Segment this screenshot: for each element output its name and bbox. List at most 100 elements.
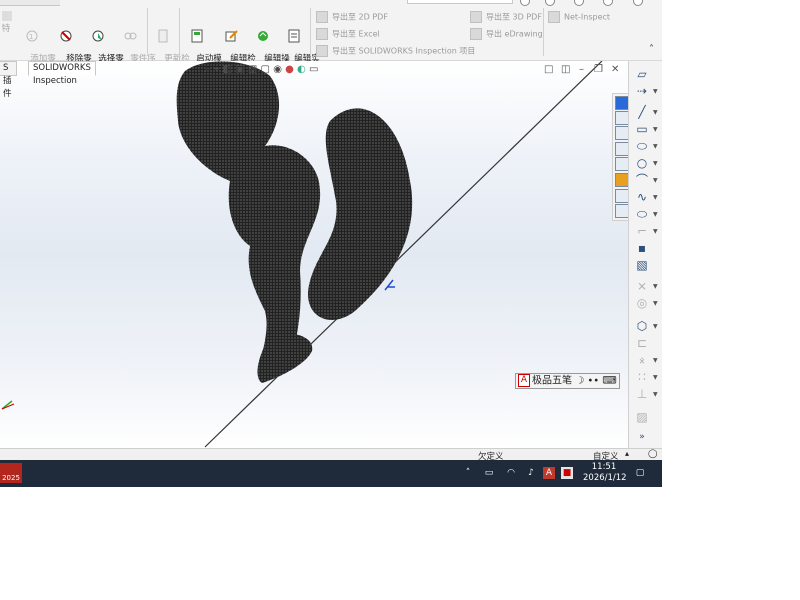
search-box[interactable] — [407, 0, 513, 4]
user-icon[interactable] — [545, 0, 555, 6]
help-bubble-icon[interactable]: ◯ — [648, 449, 658, 459]
line-icon[interactable]: ╱ — [635, 105, 649, 119]
view-orientation-icon[interactable]: ▨ — [248, 64, 257, 75]
zoom-area-icon[interactable]: ⌖ — [214, 64, 220, 75]
home-icon[interactable] — [615, 111, 629, 125]
model-render — [1, 61, 603, 448]
ribbon-button-template-editor[interactable]: 启动模 板编辑 器 — [180, 9, 222, 84]
minimize-icon[interactable] — [574, 0, 584, 6]
reference-marker[interactable] — [384, 279, 395, 291]
units-dropdown-icon[interactable]: ▴ — [625, 449, 629, 458]
appearance-icon[interactable]: ● — [285, 64, 294, 75]
fillet-icon[interactable]: ⌐ — [635, 224, 649, 238]
tab-inspection[interactable]: SOLIDWORKS Inspection — [28, 61, 96, 86]
volume-icon[interactable]: ♪ — [525, 463, 537, 483]
plane-icon[interactable]: ▧ — [635, 258, 649, 272]
restore-icon[interactable] — [603, 0, 613, 6]
ribbon-button-feature[interactable]: 特 — [0, 9, 12, 55]
export-label: 导出至 3D PDF — [486, 12, 542, 22]
ribbon-button-add-balloon[interactable]: 1 添加零 组件序 序号 — [14, 9, 56, 84]
repair-sketch-icon[interactable]: ▨ — [635, 410, 649, 424]
forum-icon[interactable] — [615, 204, 629, 218]
export-2d-pdf-button[interactable]: 导出至 2D PDF — [316, 11, 388, 23]
seat-model[interactable] — [308, 108, 413, 320]
figure-model[interactable] — [176, 61, 321, 379]
chevron-up-icon[interactable]: ˄ — [463, 463, 473, 483]
ime-logo-icon: A — [518, 374, 530, 387]
pattern-icon[interactable]: ∷ — [635, 370, 649, 384]
punctuation-icon[interactable]: •• — [587, 376, 599, 387]
export-excel-button[interactable]: 导出至 Excel — [316, 28, 380, 40]
restore-doc-icon[interactable]: ❐ — [594, 64, 603, 75]
ribbon-button-update-items[interactable]: 更新检 查项目 — [148, 9, 190, 74]
relations-icon[interactable]: ⊥ — [635, 387, 649, 401]
display-style-icon[interactable]: ▢ — [261, 64, 270, 75]
chevron-up-icon[interactable]: ˄ — [649, 44, 654, 55]
file-explorer-icon[interactable] — [615, 142, 629, 156]
tile-view-icon[interactable]: □ — [544, 64, 553, 75]
3d-sketch-icon[interactable]: ⬡ — [635, 319, 649, 333]
ellipse-icon[interactable]: ⬭ — [635, 207, 649, 221]
battery-icon[interactable]: ▭ — [483, 463, 495, 483]
clock-time: 11:51 — [591, 462, 617, 472]
ribbon-button-edit-instance[interactable]: 编辑实 方 — [278, 9, 320, 74]
circle-icon[interactable]: ○ — [635, 156, 649, 170]
ribbon-button-select-balloon[interactable]: 选择零 件序号 — [82, 9, 124, 74]
solidworks-tray-icon[interactable]: ■ — [561, 467, 573, 479]
keyboard-icon[interactable]: ⌨ — [602, 376, 616, 387]
zoom-fit-icon[interactable]: ⌕ — [205, 64, 211, 75]
rectangle-icon[interactable]: ▭ — [635, 122, 649, 136]
smart-dimension-icon[interactable]: ⇢ — [635, 84, 649, 98]
offset-icon[interactable]: ◎ — [635, 296, 649, 310]
ime-a-icon[interactable]: A — [543, 467, 555, 479]
svg-text:1: 1 — [29, 33, 33, 41]
remove-balloon-icon — [59, 29, 73, 43]
trim-icon[interactable]: ⨯ — [635, 279, 649, 293]
export-inspection-project-button[interactable]: 导出至 SOLIDWORKS Inspection 项目 — [316, 45, 475, 57]
ribbon-button-edit-operation[interactable]: 编辑操 作 — [248, 9, 290, 74]
hide-show-icon[interactable]: ◉ — [273, 64, 282, 75]
custom-properties-icon[interactable] — [615, 189, 629, 203]
arc-icon[interactable]: ⌒ — [635, 173, 649, 187]
ime-toolbar[interactable]: A 极品五笔 ☽ •• ⌨ — [515, 373, 620, 389]
solidworks-taskbar-icon[interactable]: 2025 — [0, 463, 22, 483]
ribbon-button-edit-inspection-method[interactable]: 编辑检 查方式 — [214, 9, 256, 74]
select-balloon-icon — [91, 29, 105, 43]
close-doc-icon[interactable]: ✕ — [611, 64, 619, 75]
resources-icon[interactable] — [615, 96, 629, 110]
clock[interactable]: 11:51 2026/1/12 — [583, 462, 627, 484]
convert-entities-icon[interactable]: ⊏ — [635, 336, 649, 350]
close-icon[interactable] — [633, 0, 643, 6]
graphics-viewport[interactable] — [0, 61, 628, 448]
scene-icon[interactable]: ◐ — [297, 64, 306, 75]
moon-icon[interactable]: ☽ — [575, 376, 584, 387]
sketch-plane-icon[interactable]: ▱ — [635, 67, 649, 81]
ribbon-button-remove-balloon[interactable]: 移除零 件序号 — [50, 9, 92, 74]
view-palette-icon[interactable] — [615, 157, 629, 171]
net-inspect-icon — [548, 11, 560, 23]
display-settings-icon[interactable]: ▭ — [309, 64, 318, 75]
minimize-doc-icon[interactable]: – — [579, 64, 584, 75]
tab-addins[interactable]: S 插件 — [0, 61, 17, 99]
export-edrawing-button[interactable]: 导出 eDrawing — [470, 28, 543, 40]
point-icon[interactable]: ▪ — [635, 241, 649, 255]
notification-icon[interactable]: ▢ — [633, 463, 647, 483]
net-inspect-button[interactable]: Net-Inspect — [548, 11, 610, 23]
export-label: 导出至 SOLIDWORKS Inspection 项目 — [332, 46, 476, 56]
headsup-toolbar: ⌕ ⌖ ◧ ▣ ▨ ▢ ◉ ● ◐ ▭ — [205, 64, 318, 78]
design-library-icon[interactable] — [615, 126, 629, 140]
slot-icon[interactable]: ⬭ — [635, 139, 649, 153]
split-view-icon[interactable]: ◫ — [561, 64, 570, 75]
spline-icon[interactable]: ∿ — [635, 190, 649, 204]
feature-icon — [0, 9, 14, 23]
expand-toolbar-icon[interactable]: » — [635, 430, 649, 444]
section-view-icon[interactable]: ▣ — [235, 64, 244, 75]
inspection-project-icon — [316, 45, 328, 57]
appearances-icon[interactable] — [615, 173, 629, 187]
ribbon-button-arrange-balloon[interactable]: 零件序 号排列 — [114, 9, 156, 74]
wifi-icon[interactable]: ◠ — [505, 463, 517, 483]
export-3d-pdf-button[interactable]: 导出至 3D PDF — [470, 11, 542, 23]
previous-view-icon[interactable]: ◧ — [223, 64, 232, 75]
mirror-icon[interactable]: ⨰ — [635, 353, 649, 367]
help-icon[interactable] — [520, 0, 530, 6]
